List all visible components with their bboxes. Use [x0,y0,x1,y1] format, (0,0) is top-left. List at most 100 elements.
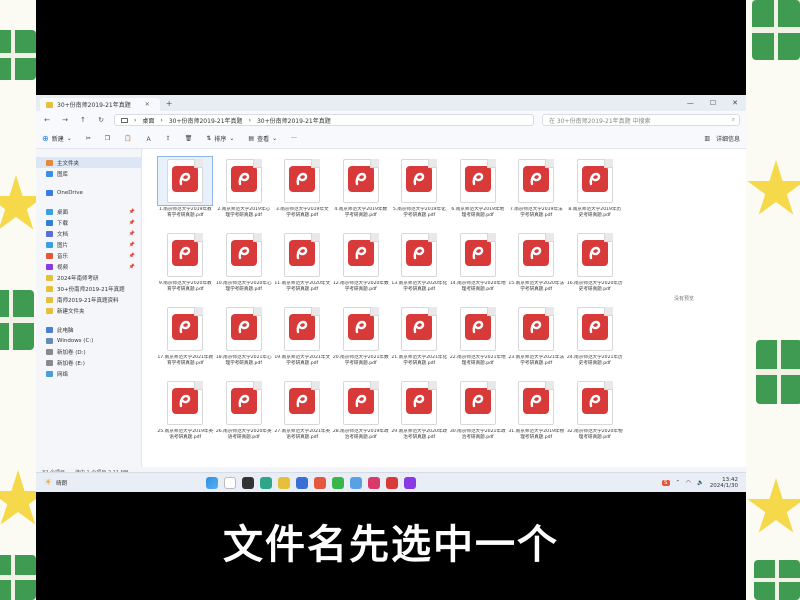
pdf-file-item[interactable]: 8.南京师范大学2019年历史考研真题.pdf [566,157,625,231]
up-arrow-icon[interactable]: ↑ [78,116,88,124]
pdf-file-item[interactable]: 20.南京师范大学2021年数学考研真题.pdf [332,305,391,379]
app-icon[interactable] [404,476,416,489]
pdf-file-item[interactable]: 13.南京师范大学2020年化学考研真题.pdf [390,231,449,305]
sidebar-item[interactable]: 图片 📌 [36,239,141,250]
pdf-file-item[interactable]: 28.南京师范大学2019年政治考研真题.pdf [332,379,391,453]
wifi-icon[interactable]: ◠ [686,480,691,486]
pdf-file-item[interactable]: 5.南京师范大学2019年化学考研真题.pdf [390,157,449,231]
pdf-file-item[interactable]: 1.南京师范大学2019年教育学考研真题.pdf [156,156,215,231]
back-arrow-icon[interactable]: ← [42,116,52,124]
pdf-file-item[interactable]: 18.南京师范大学2021年心理学考研真题.pdf [215,305,274,379]
file-explorer-icon[interactable] [278,476,290,489]
document-icon [284,381,321,425]
sidebar-item[interactable]: 新加卷 (D:) [36,346,141,357]
paste-icon[interactable]: 📋 [124,135,131,142]
pdf-file-item[interactable]: 4.南京师范大学2019年数学考研真题.pdf [332,157,391,231]
search-taskbar-icon[interactable] [224,476,236,489]
maximize-icon[interactable]: ☐ [710,99,716,107]
cut-icon[interactable]: ✂ [86,135,91,142]
address-bar[interactable]: › 桌面 › 30+份南师2019-21年真题 › 30+份南师2019-21年… [114,114,534,126]
sidebar-item[interactable]: Windows (C:) [36,335,141,346]
close-icon[interactable]: ✕ [732,99,738,107]
sidebar-item[interactable]: 下载 📌 [36,217,141,228]
ime-icon[interactable]: S [662,479,670,486]
wechat-icon[interactable] [332,476,344,489]
sidebar-item[interactable]: 音乐 📌 [36,250,141,261]
pdf-icon [230,314,257,340]
sidebar-item[interactable]: 新建文件夹 [36,305,141,316]
search-input[interactable]: 在 30+份南师2019-21年真题 中搜索 ⌕ [542,114,740,126]
pdf-file-item[interactable]: 9.南京师范大学2020年教育学考研真题.pdf [156,231,215,305]
store-icon[interactable] [296,476,308,489]
pdf-file-item[interactable]: 12.南京师范大学2020年数学考研真题.pdf [332,231,391,305]
pdf-file-item[interactable]: 23.南京师范大学2021年法学考研真题.pdf [507,305,566,379]
gift-box-decoration [0,555,36,600]
pdf-file-item[interactable]: 6.南京师范大学2019年地理考研真题.pdf [449,157,508,231]
pdf-file-item[interactable]: 16.南京师范大学2020年历史考研真题.pdf [566,231,625,305]
more-options-button[interactable]: ··· [291,135,297,142]
edge-browser-icon[interactable] [260,476,272,489]
breadcrumb-item[interactable]: 桌面 [142,116,154,125]
forward-arrow-icon[interactable]: → [60,116,70,124]
explorer-tab[interactable]: 30+份南师2019-21年真题 ✕ [40,98,160,111]
pdf-file-item[interactable]: 11.南京师范大学2020年文学考研真题.pdf [273,231,332,305]
photos-icon[interactable] [350,476,362,489]
pdf-file-item[interactable]: 14.南京师范大学2020年地理考研真题.pdf [449,231,508,305]
pdf-file-item[interactable]: 32.南京师范大学2020年物理考研真题.pdf [566,379,625,453]
sidebar-item[interactable]: 视频 📌 [36,261,141,272]
breadcrumb-item[interactable]: 30+份南师2019-21年真题 [257,116,331,125]
pdf-file-item[interactable]: 2.南京师范大学2019年心理学考研真题.pdf [215,157,274,231]
pdf-file-item[interactable]: 22.南京师范大学2021年地理考研真题.pdf [449,305,508,379]
breadcrumb-item[interactable]: 30+份南师2019-21年真题 [169,116,243,125]
pdf-file-item[interactable]: 15.南京师范大学2020年法学考研真题.pdf [507,231,566,305]
sidebar-item-label: 南师2019-21年真题资料 [57,297,119,304]
rename-icon[interactable]: Ａ [146,134,152,143]
start-menu-icon[interactable] [206,476,218,489]
app-icon[interactable] [368,476,380,489]
copy-icon[interactable]: ❐ [105,135,110,142]
pdf-file-item[interactable]: 26.南京师范大学2020年英语考研真题.pdf [215,379,274,453]
sidebar-item[interactable]: OneDrive [36,187,141,198]
sidebar-item[interactable]: 桌面 📌 [36,206,141,217]
pdf-file-item[interactable]: 30.南京师范大学2021年政治考研真题.pdf [449,379,508,453]
new-label: 新建 [51,136,64,143]
pdf-file-item[interactable]: 3.南京师范大学2019年文学考研真题.pdf [273,157,332,231]
volume-icon[interactable]: 🔈 [697,480,704,486]
pdf-file-item[interactable]: 17.南京师范大学2021年教育学考研真题.pdf [156,305,215,379]
wps-icon[interactable] [386,476,398,489]
delete-icon[interactable]: 🗑 [185,135,193,142]
close-tab-icon[interactable]: ✕ [145,101,150,108]
task-view-icon[interactable] [242,476,254,489]
sidebar-item[interactable]: 网络 [36,368,141,379]
pdf-file-item[interactable]: 7.南京师范大学2019年法学考研真题.pdf [507,157,566,231]
details-label: 详细信息 [715,136,740,143]
pdf-file-item[interactable]: 10.南京师范大学2020年心理学考研真题.pdf [215,231,274,305]
minimize-icon[interactable]: — [687,99,694,107]
sidebar-item[interactable]: 此电脑 [36,324,141,335]
weather-widget[interactable]: ☀ 晴朗 [36,478,186,488]
pdf-file-item[interactable]: 31.南京师范大学2019年物理考研真题.pdf [507,379,566,453]
pdf-file-item[interactable]: 27.南京师范大学2021年英语考研真题.pdf [273,379,332,453]
chevron-up-icon[interactable]: ⌃ [676,480,681,486]
sidebar-item[interactable]: 文档 📌 [36,228,141,239]
new-tab-button[interactable]: + [166,99,173,108]
share-icon[interactable]: ⇪ [166,135,171,142]
view-button[interactable]: ▤ 查看 ⌄ [248,134,277,143]
pdf-file-item[interactable]: 29.南京师范大学2020年政治考研真题.pdf [390,379,449,453]
pdf-file-item[interactable]: 24.南京师范大学2021年历史考研真题.pdf [566,305,625,379]
pdf-file-item[interactable]: 21.南京师范大学2021年化学考研真题.pdf [390,305,449,379]
sidebar-item[interactable]: 主文件夹 [36,157,141,168]
pdf-file-item[interactable]: 25.南京师范大学2019年英语考研真题.pdf [156,379,215,453]
pdf-file-item[interactable]: 19.南京师范大学2021年文学考研真题.pdf [273,305,332,379]
sidebar-item[interactable]: 图库 [36,168,141,179]
chrome-icon[interactable] [314,476,326,489]
details-toggle[interactable]: ▥ 详细信息 [704,134,740,143]
clock[interactable]: 13:42 2024/1/30 [710,477,738,489]
sort-button[interactable]: ⇅ 排序 ⌄ [206,134,234,143]
refresh-icon[interactable]: ↻ [96,116,106,124]
sidebar-item[interactable]: 2024年南师考研 [36,272,141,283]
sidebar-item[interactable]: 新加卷 (E:) [36,357,141,368]
sidebar-item[interactable]: 南师2019-21年真题资料 [36,294,141,305]
new-button[interactable]: ⊕ 新建 ⌄ [42,134,72,143]
sidebar-item[interactable]: 30+份南师2019-21年真题 [36,283,141,294]
